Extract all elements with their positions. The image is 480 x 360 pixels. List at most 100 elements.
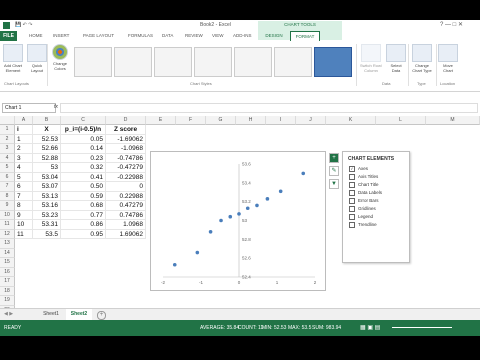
chart-element-option[interactable]: Error Bars: [349, 198, 379, 204]
table-cell[interactable]: 53.23: [33, 210, 61, 220]
select-all-corner[interactable]: [0, 116, 15, 125]
table-cell[interactable]: 4: [15, 163, 33, 173]
chart-element-option[interactable]: Trendline: [349, 222, 377, 228]
table-cell[interactable]: 2: [15, 144, 33, 154]
chart-element-option[interactable]: Gridlines: [349, 206, 376, 212]
table-cell[interactable]: 52.66: [33, 144, 61, 154]
move-chart-button[interactable]: Move Chart: [438, 44, 458, 73]
column-header[interactable]: D: [106, 116, 146, 125]
column-header[interactable]: F: [176, 116, 206, 125]
table-cell[interactable]: -1.69062: [106, 134, 146, 144]
row-header[interactable]: 1: [0, 125, 15, 135]
checkbox-checked-icon[interactable]: ✓: [349, 166, 355, 172]
table-cell[interactable]: 8: [15, 201, 33, 211]
chart-style-thumb[interactable]: [274, 47, 312, 77]
table-header-cell[interactable]: X: [33, 125, 61, 135]
tab-view[interactable]: VIEW: [212, 31, 224, 41]
row-header[interactable]: 11: [0, 220, 15, 230]
table-cell[interactable]: 53.07: [33, 182, 61, 192]
chart-element-option[interactable]: Axis Titles: [349, 174, 378, 180]
checkbox-icon[interactable]: [349, 182, 355, 188]
tab-home[interactable]: HOME: [29, 31, 43, 41]
table-cell[interactable]: 53.04: [33, 172, 61, 182]
row-header[interactable]: 2: [0, 134, 15, 144]
table-cell[interactable]: 0.23: [61, 153, 106, 163]
chart-style-thumb[interactable]: [114, 47, 152, 77]
table-cell[interactable]: 5: [15, 172, 33, 182]
row-header[interactable]: 15: [0, 258, 15, 268]
table-cell[interactable]: 11: [15, 229, 33, 239]
table-cell[interactable]: 1.69062: [106, 229, 146, 239]
table-cell[interactable]: 53.13: [33, 191, 61, 201]
table-cell[interactable]: 52.88: [33, 153, 61, 163]
table-cell[interactable]: 0.50: [61, 182, 106, 192]
table-cell[interactable]: 6: [15, 182, 33, 192]
table-cell[interactable]: 53.5: [33, 229, 61, 239]
column-header[interactable]: E: [146, 116, 176, 125]
chart-styles-brush-icon[interactable]: ✎: [329, 166, 339, 176]
tab-file[interactable]: FILE: [0, 31, 17, 41]
table-header-cell[interactable]: i: [15, 125, 33, 135]
row-header[interactable]: 10: [0, 210, 15, 220]
table-cell[interactable]: 0.22988: [106, 191, 146, 201]
row-header[interactable]: 3: [0, 144, 15, 154]
row-header[interactable]: 16: [0, 267, 15, 277]
table-cell[interactable]: 0.95: [61, 229, 106, 239]
view-mode-icons[interactable]: ▦ ▣ ▤: [360, 324, 380, 331]
column-header[interactable]: A: [15, 116, 33, 125]
add-chart-element-button[interactable]: Add Chart Element: [2, 44, 24, 73]
checkbox-icon[interactable]: [349, 174, 355, 180]
row-header[interactable]: 19: [0, 296, 15, 306]
chart-style-thumb[interactable]: [154, 47, 192, 77]
column-header[interactable]: K: [326, 116, 376, 125]
table-cell[interactable]: 0.41: [61, 172, 106, 182]
checkbox-icon[interactable]: [349, 190, 355, 196]
table-cell[interactable]: -0.22988: [106, 172, 146, 182]
table-cell[interactable]: 0.77: [61, 210, 106, 220]
table-cell[interactable]: 0.05: [61, 134, 106, 144]
name-box[interactable]: Chart 1: [2, 103, 56, 113]
table-cell[interactable]: 0: [106, 182, 146, 192]
add-sheet-icon[interactable]: +: [97, 311, 106, 320]
switch-row-column-button[interactable]: Switch Row/ Column: [358, 44, 384, 73]
chart-element-option[interactable]: Chart Title: [349, 182, 379, 188]
table-cell[interactable]: -0.74786: [106, 153, 146, 163]
column-header[interactable]: I: [266, 116, 296, 125]
table-cell[interactable]: 0.47279: [106, 201, 146, 211]
checkbox-icon[interactable]: [349, 206, 355, 212]
quick-layout-button[interactable]: Quick Layout: [26, 44, 48, 73]
column-header[interactable]: J: [296, 116, 326, 125]
row-header[interactable]: 8: [0, 191, 15, 201]
column-header[interactable]: B: [33, 116, 61, 125]
column-header[interactable]: H: [236, 116, 266, 125]
table-cell[interactable]: 0.74786: [106, 210, 146, 220]
checkbox-icon[interactable]: [349, 198, 355, 204]
tab-formulas[interactable]: FORMULAS: [128, 31, 153, 41]
row-header[interactable]: 5: [0, 163, 15, 173]
tab-data[interactable]: DATA: [162, 31, 173, 41]
table-cell[interactable]: 53: [33, 163, 61, 173]
row-header[interactable]: 17: [0, 277, 15, 287]
chart-style-thumb-selected[interactable]: [314, 47, 352, 77]
tab-insert[interactable]: INSERT: [53, 31, 69, 41]
row-header[interactable]: 13: [0, 239, 15, 249]
table-cell[interactable]: 0.14: [61, 144, 106, 154]
row-header[interactable]: 18: [0, 286, 15, 296]
table-cell[interactable]: 52.53: [33, 134, 61, 144]
chart-style-thumb[interactable]: [194, 47, 232, 77]
formula-input[interactable]: [60, 103, 478, 113]
table-cell[interactable]: 0.68: [61, 201, 106, 211]
table-header-cell[interactable]: Z score: [106, 125, 146, 135]
tab-design[interactable]: DESIGN: [260, 31, 288, 41]
row-header[interactable]: 14: [0, 248, 15, 258]
tab-page-layout[interactable]: PAGE LAYOUT: [83, 31, 114, 41]
chart-style-thumb[interactable]: [234, 47, 272, 77]
checkbox-icon[interactable]: [349, 222, 355, 228]
table-cell[interactable]: 3: [15, 153, 33, 163]
table-header-cell[interactable]: p_i=(i-0.5)/n: [61, 125, 106, 135]
sheet-nav-arrows-icon[interactable]: ◀ ▶: [4, 311, 13, 317]
sheet-tab[interactable]: Sheet1: [38, 309, 64, 320]
chart-style-thumb[interactable]: [74, 47, 112, 77]
fx-icon[interactable]: fx: [54, 104, 58, 110]
change-chart-type-button[interactable]: Change Chart Type: [410, 44, 434, 73]
